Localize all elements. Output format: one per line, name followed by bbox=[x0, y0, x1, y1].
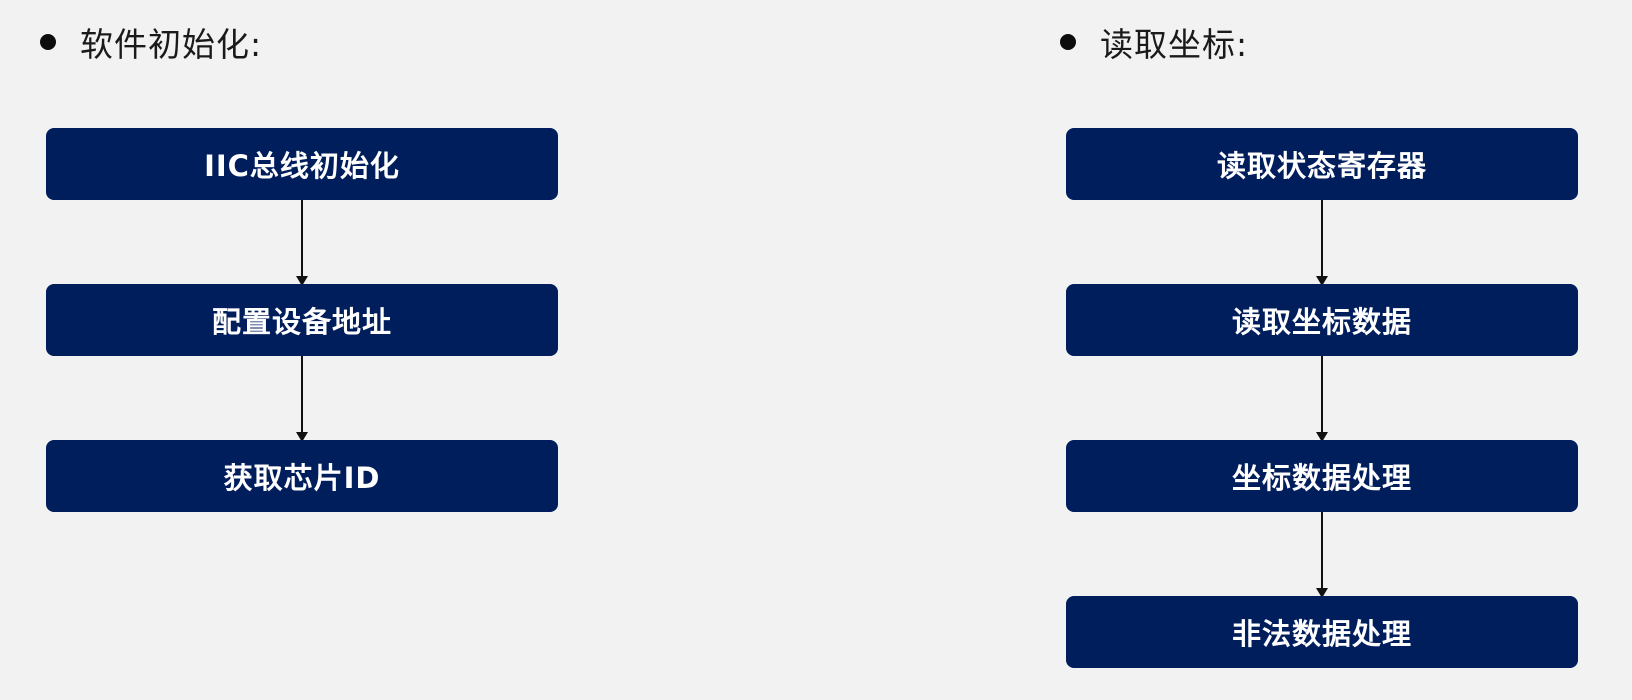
step-box-get-chip-id: 获取芯片ID bbox=[46, 440, 558, 512]
step-label: 读取状态寄存器 bbox=[1216, 149, 1427, 183]
step-box-config-address: 配置设备地址 bbox=[46, 284, 558, 356]
step-label: 坐标数据处理 bbox=[1231, 461, 1412, 495]
arrow-down-icon bbox=[296, 200, 308, 286]
step-box-read-status-register: 读取状态寄存器 bbox=[1066, 128, 1578, 200]
software-init-section: 软件初始化: IIC总线初始化 配置设备地址 获取芯片ID bbox=[40, 0, 560, 700]
arrow-down-icon bbox=[296, 356, 308, 442]
step-label: 获取芯片ID bbox=[223, 461, 381, 495]
flowchart-read-coordinates: 读取状态寄存器 读取坐标数据 坐标数据处理 非法数据处理 bbox=[1066, 0, 1578, 700]
arrow-down-icon bbox=[1316, 356, 1328, 442]
read-coordinates-section: 读取坐标: 读取状态寄存器 读取坐标数据 坐标数据处理 非法数据处理 bbox=[1060, 0, 1580, 700]
step-box-process-coordinate-data: 坐标数据处理 bbox=[1066, 440, 1578, 512]
step-box-read-coordinate-data: 读取坐标数据 bbox=[1066, 284, 1578, 356]
step-box-iic-init: IIC总线初始化 bbox=[46, 128, 558, 200]
step-label: 配置设备地址 bbox=[211, 305, 392, 339]
step-label: 非法数据处理 bbox=[1231, 617, 1412, 651]
arrow-down-icon bbox=[1316, 512, 1328, 598]
flowchart-software-init: IIC总线初始化 配置设备地址 获取芯片ID bbox=[46, 0, 558, 700]
arrow-down-icon bbox=[1316, 200, 1328, 286]
step-label: 读取坐标数据 bbox=[1231, 305, 1412, 339]
step-label: IIC总线初始化 bbox=[204, 149, 400, 183]
step-box-handle-invalid-data: 非法数据处理 bbox=[1066, 596, 1578, 668]
